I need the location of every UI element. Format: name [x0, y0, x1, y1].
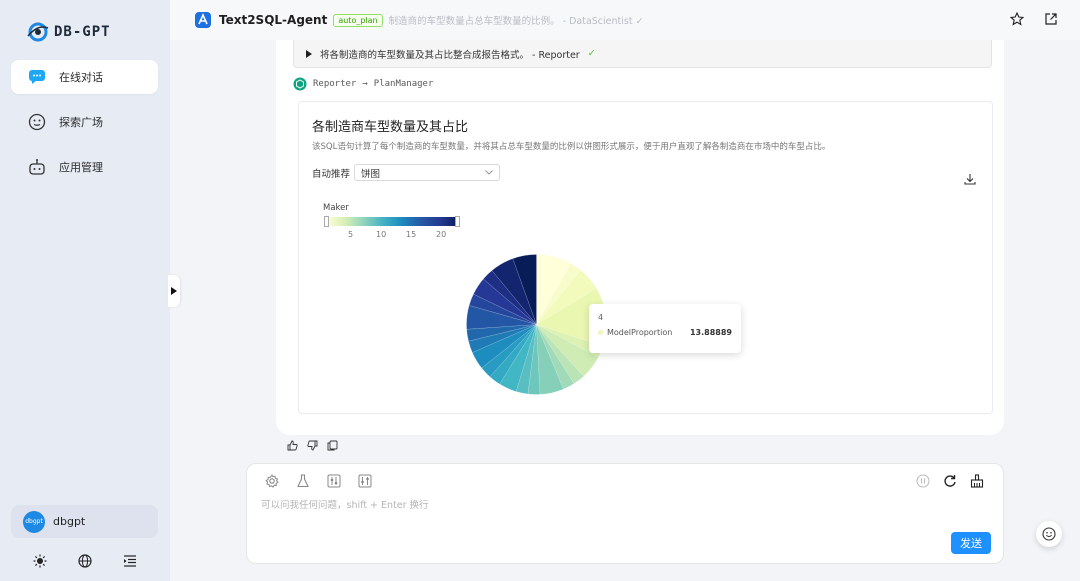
- tooltip-value: 13.88889: [689, 328, 732, 337]
- sidebar-collapse-toggle[interactable]: [168, 275, 180, 307]
- logo-text: DB-GPT: [54, 24, 111, 40]
- legend-tick: 5: [348, 230, 354, 239]
- sidebar-item-label: 应用管理: [59, 161, 103, 174]
- menu-fold-icon[interactable]: [122, 553, 138, 569]
- chart-type-row: 自动推荐 饼图: [312, 164, 501, 181]
- caret-right-icon: [171, 287, 177, 295]
- plan-step-row[interactable]: 将各制造商的车型数量及其占比整合成报告格式。 - Reporter ✓: [293, 40, 992, 68]
- legend-title: Maker: [323, 203, 349, 213]
- check-icon: ✓: [587, 48, 596, 59]
- parameter-icon[interactable]: [358, 474, 373, 489]
- download-icon[interactable]: [964, 170, 976, 189]
- agent-to: PlanManager: [373, 79, 434, 89]
- slider-settings-icon[interactable]: [327, 474, 342, 489]
- pie-chart[interactable]: [464, 252, 609, 397]
- chart-tooltip: 4 ModelProportion 13.88889: [589, 304, 741, 353]
- tooltip-color-dot: [598, 330, 603, 335]
- user-name: dbgpt: [53, 515, 86, 528]
- caret-right-icon: [306, 49, 312, 58]
- chart-description: 该SQL语句计算了每个制造商的车型数量，并将其占总车型数量的比例以饼图形式展示，…: [312, 142, 831, 152]
- chart-panel: 各制造商车型数量及其占比 该SQL语句计算了每个制造商的车型数量，并将其占总车型…: [298, 101, 993, 414]
- sidebar-bottom-toolbar: [0, 553, 170, 569]
- chat-header: Text2SQL-Agent auto_plan 制造商的车型数量占总车型数量的…: [170, 0, 1080, 40]
- legend-tick: 10: [376, 230, 387, 239]
- user-profile[interactable]: dbgpt dbgpt: [11, 505, 158, 538]
- flask-icon[interactable]: [296, 474, 311, 489]
- chart-title: 各制造商车型数量及其占比: [312, 120, 469, 135]
- chat-icon: [27, 67, 47, 87]
- sidebar-item-apps[interactable]: 应用管理: [11, 150, 158, 184]
- send-button[interactable]: 发送: [951, 532, 991, 554]
- sun-icon[interactable]: [32, 553, 48, 569]
- star-icon[interactable]: [1010, 12, 1024, 26]
- tooltip-series: ModelProportion: [607, 328, 673, 337]
- clear-broom-icon[interactable]: [970, 474, 985, 489]
- settings-icon[interactable]: [265, 474, 280, 489]
- app-title: Text2SQL-Agent: [219, 13, 328, 27]
- agent-from: Reporter: [313, 79, 357, 89]
- agent-arrow: →: [362, 79, 368, 89]
- legend-tick: 20: [436, 230, 447, 239]
- share-icon[interactable]: [1044, 12, 1058, 26]
- legend-color-scale: [326, 217, 459, 226]
- chevron-down-icon: [485, 170, 493, 175]
- auto-recommend-label: 自动推荐: [312, 168, 351, 180]
- feedback-float-button[interactable]: [1036, 521, 1062, 547]
- input-right-toolbar: [916, 474, 985, 489]
- sidebar-item-label: 探索广场: [59, 116, 103, 129]
- plan-step-text: 将各制造商的车型数量及其占比整合成报告格式。 - Reporter: [320, 49, 580, 61]
- logo-mark-icon: [27, 22, 49, 42]
- mode-badge: auto_plan: [333, 13, 383, 27]
- input-toolbar: [265, 474, 373, 489]
- pause-icon[interactable]: [916, 474, 931, 489]
- avatar: dbgpt: [23, 510, 45, 533]
- refresh-icon[interactable]: [943, 474, 958, 489]
- sidebar-item-explore[interactable]: 探索广场: [11, 105, 158, 139]
- sidebar-item-label: 在线对话: [59, 71, 103, 84]
- thumbs-down-icon[interactable]: [307, 440, 319, 452]
- previous-step-text: 制造商的车型数量占总车型数量的比例。 - DataScientist ✓: [388, 16, 644, 27]
- robot-icon: [27, 157, 47, 177]
- chart-type-select[interactable]: 饼图: [354, 164, 501, 181]
- thumbs-up-icon[interactable]: [287, 440, 299, 452]
- copy-icon[interactable]: [327, 440, 339, 452]
- agent-flow: Reporter → PlanManager: [293, 77, 433, 91]
- tooltip-category: 4: [598, 313, 604, 322]
- chart-type-value: 饼图: [361, 168, 381, 180]
- legend-tick: 15: [406, 230, 417, 239]
- sidebar: DB-GPT 在线对话 探索广场 应用管理 dbgpt dbgpt: [0, 0, 170, 581]
- legend-handle-min[interactable]: [324, 216, 329, 227]
- globe-icon[interactable]: [77, 553, 93, 569]
- feedback-actions: [287, 440, 339, 452]
- app-logo[interactable]: DB-GPT: [26, 20, 111, 44]
- message-card: 将各制造商的车型数量及其占比整合成报告格式。 - Reporter ✓ Repo…: [276, 40, 1004, 435]
- chat-input-panel: 发送: [246, 463, 1004, 564]
- sidebar-item-chat[interactable]: 在线对话: [11, 60, 158, 94]
- agent-app-icon: [195, 12, 211, 28]
- legend-handle-max[interactable]: [455, 216, 460, 227]
- legend-ticks: 5 10 15 20: [326, 230, 459, 242]
- smile-icon: [1042, 527, 1056, 541]
- chat-input[interactable]: [261, 500, 901, 511]
- openai-icon: [293, 77, 307, 91]
- explore-icon: [27, 112, 47, 132]
